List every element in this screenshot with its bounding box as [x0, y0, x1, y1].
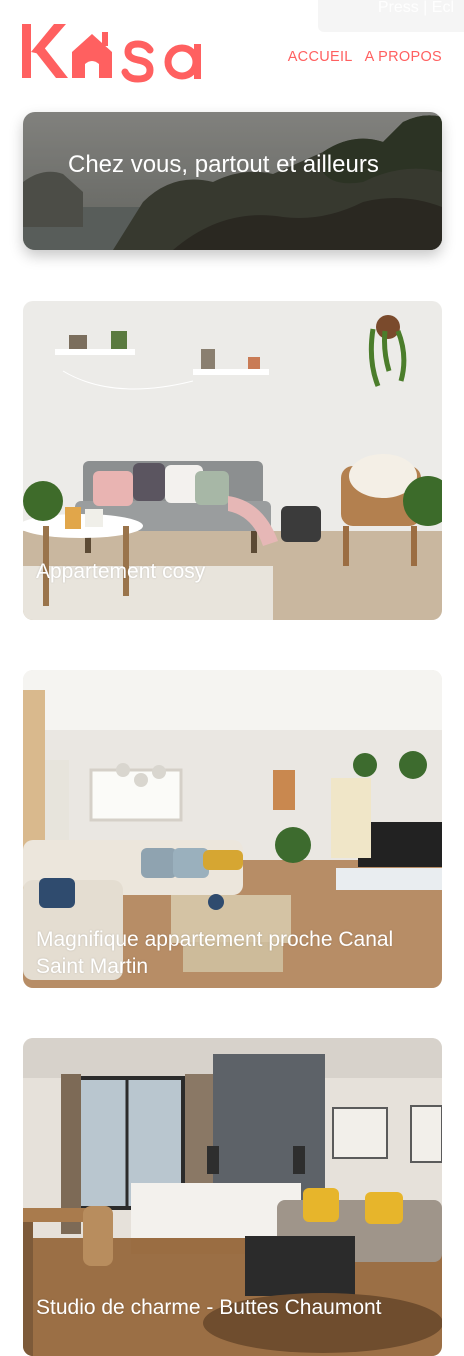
listing-title: Appartement cosy [36, 560, 206, 583]
listing-card[interactable]: Magnifique appartement proche Canal Sain… [23, 670, 442, 988]
main-nav: ACCUEIL A PROPOS [288, 49, 442, 65]
kasa-logo-mark [22, 24, 201, 83]
listing-card[interactable]: Studio de charme - Buttes Chaumont [23, 1038, 442, 1356]
hero-banner: Chez vous, partout et ailleurs [23, 112, 442, 250]
banner-title: Chez vous, partout et ailleurs [68, 151, 379, 178]
listing-title: Studio de charme - Buttes Chaumont [36, 1296, 382, 1319]
listing-title: Magnifique appartement proche Canal Sain… [36, 928, 394, 978]
listing-card[interactable]: Appartement cosy [23, 301, 442, 620]
kasa-logo[interactable] [22, 22, 212, 84]
nav-link-accueil[interactable]: ACCUEIL [288, 49, 353, 65]
nav-link-a-propos[interactable]: A PROPOS [365, 49, 442, 65]
coastal-cliffs-image [23, 112, 442, 250]
site-header: ACCUEIL A PROPOS [0, 0, 464, 100]
